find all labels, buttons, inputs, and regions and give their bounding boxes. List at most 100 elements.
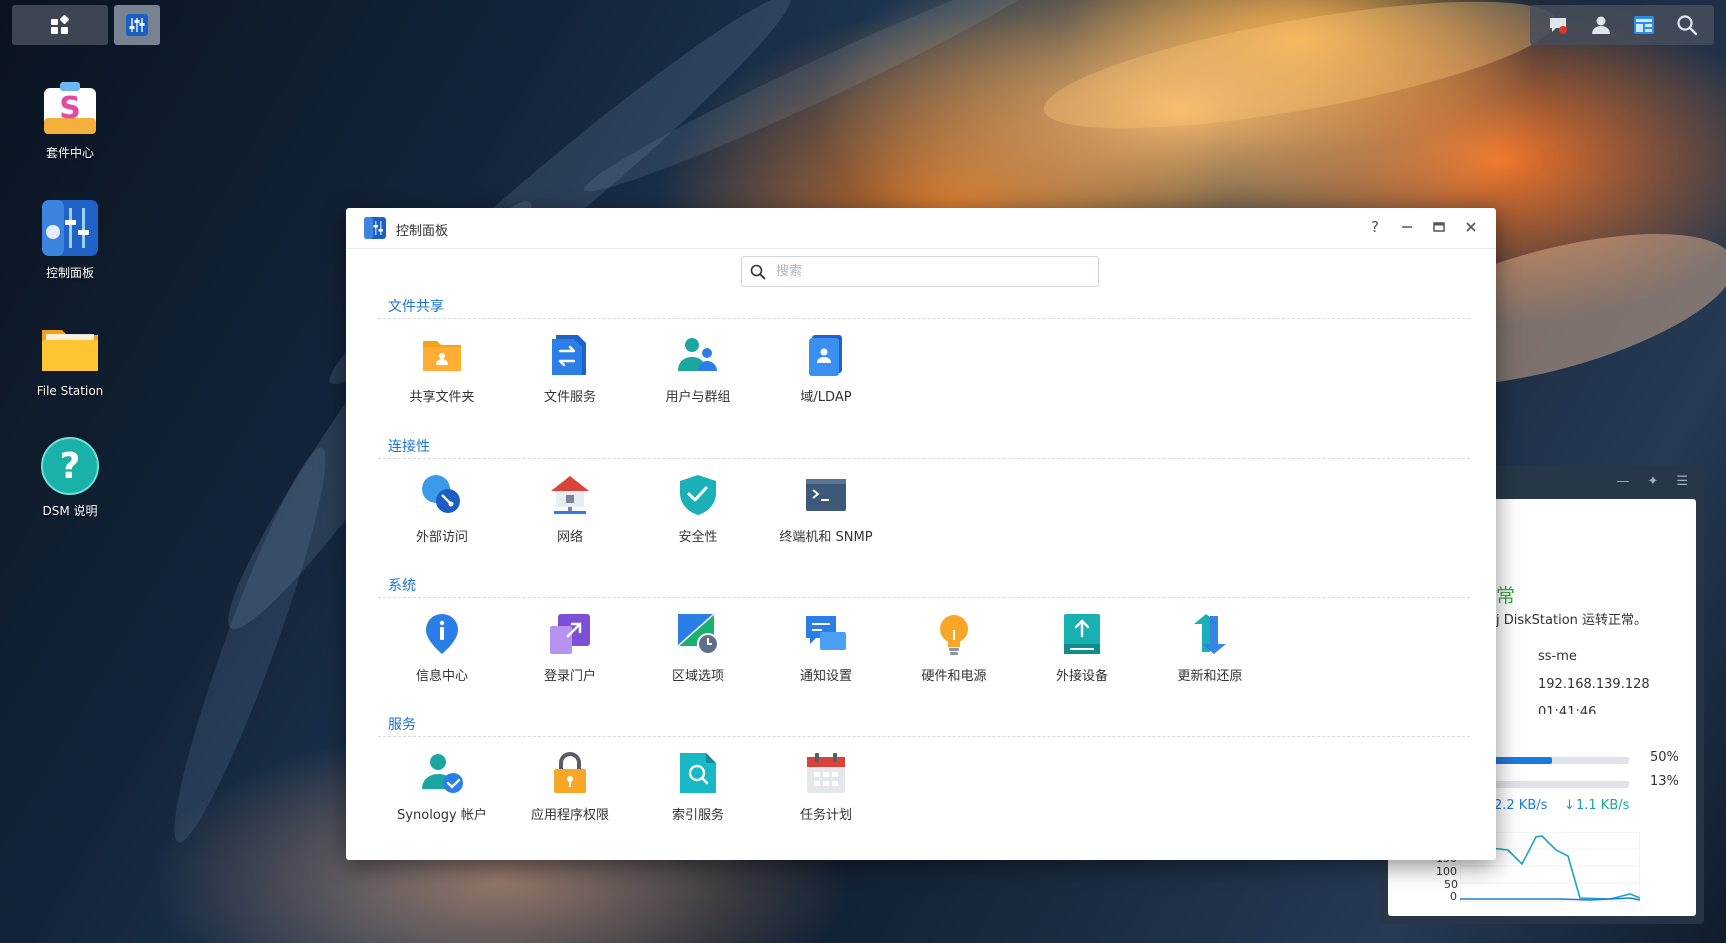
item-label: 通知设置 bbox=[799, 669, 852, 684]
chart-tick: 100 bbox=[1436, 865, 1457, 878]
network-icon bbox=[548, 473, 592, 517]
desktop-icon-label: DSM 说明 bbox=[42, 504, 98, 518]
regional-options-icon bbox=[676, 612, 720, 656]
item-external-access[interactable]: 外部访问 bbox=[378, 473, 506, 545]
users-groups-icon bbox=[676, 333, 720, 377]
section-services: 服务 Synology 帐户 应用程序权限 索引服务 任务计划 bbox=[378, 714, 1470, 823]
control-panel-icon bbox=[40, 198, 100, 258]
desktop-icon-control-panel[interactable]: 控制面板 bbox=[20, 198, 120, 281]
item-info-center[interactable]: 信息中心 bbox=[378, 612, 506, 684]
control-panel-icon bbox=[364, 217, 386, 239]
notification-icon bbox=[804, 612, 848, 656]
item-label: 更新和还原 bbox=[1177, 669, 1243, 684]
shared-folder-icon bbox=[420, 333, 464, 377]
item-label: 共享文件夹 bbox=[409, 390, 475, 405]
window-titlebar[interactable]: 控制面板 ? bbox=[346, 208, 1496, 249]
section-divider bbox=[378, 736, 1470, 737]
close-button[interactable] bbox=[1460, 216, 1482, 238]
close-icon bbox=[1466, 222, 1476, 232]
item-update-restore[interactable]: 更新和还原 bbox=[1146, 612, 1274, 684]
maximize-icon bbox=[1433, 222, 1445, 232]
minimize-icon bbox=[1402, 226, 1412, 228]
package-center-icon: S bbox=[40, 78, 100, 138]
item-task-scheduler[interactable]: 任务计划 bbox=[762, 751, 890, 823]
item-label: 索引服务 bbox=[671, 808, 724, 823]
download-arrow-icon: ↓ bbox=[1564, 798, 1575, 813]
shield-icon bbox=[676, 473, 720, 517]
svg-text:?: ? bbox=[60, 446, 81, 487]
desktop-icon-label: 控制面板 bbox=[45, 266, 94, 280]
item-notification[interactable]: 通知设置 bbox=[762, 612, 890, 684]
item-label: 信息中心 bbox=[415, 669, 468, 684]
item-label: 外接设备 bbox=[1055, 669, 1108, 684]
synology-account-icon bbox=[420, 751, 464, 795]
desktop-icon-dsm-help[interactable]: ? DSM 说明 bbox=[20, 436, 120, 519]
item-terminal-snmp[interactable]: 终端机和 SNMP bbox=[762, 473, 890, 545]
section-title: 文件共享 bbox=[388, 299, 444, 315]
item-label: 登录门户 bbox=[543, 669, 596, 684]
ram-percent: 13% bbox=[1650, 774, 1679, 789]
item-shared-folder[interactable]: 共享文件夹 bbox=[378, 333, 506, 405]
item-network[interactable]: 网络 bbox=[506, 473, 634, 545]
search-input[interactable] bbox=[774, 263, 1078, 280]
item-label: 区域选项 bbox=[671, 669, 724, 684]
section-divider bbox=[378, 597, 1470, 598]
widgets-icon[interactable] bbox=[1630, 11, 1658, 39]
update-icon bbox=[1188, 612, 1232, 656]
notification-icon[interactable] bbox=[1544, 11, 1572, 39]
taskbar bbox=[0, 0, 1726, 47]
main-menu-button[interactable] bbox=[12, 5, 108, 45]
item-hardware-power[interactable]: 硬件和电源 bbox=[890, 612, 1018, 684]
user-icon[interactable] bbox=[1587, 11, 1615, 39]
item-indexing-service[interactable]: 索引服务 bbox=[634, 751, 762, 823]
question-icon: ? bbox=[1371, 218, 1379, 236]
cpu-bar bbox=[1474, 757, 1629, 764]
widget-settings-icon[interactable]: ☰ bbox=[1676, 474, 1688, 489]
lightbulb-icon bbox=[932, 612, 976, 656]
search-box bbox=[741, 256, 1099, 287]
pin-icon[interactable]: ✦ bbox=[1647, 474, 1658, 489]
item-label: 外部访问 bbox=[415, 530, 468, 545]
section-divider bbox=[378, 318, 1470, 319]
ram-bar bbox=[1474, 781, 1629, 788]
section-system: 系统 信息中心 登录门户 区域选项 通知设置 硬件和电源 外接设备 更新和还原 bbox=[378, 575, 1470, 684]
item-domain-ldap[interactable]: 域/LDAP bbox=[762, 333, 890, 405]
desktop-icon-package-center[interactable]: S 套件中心 bbox=[20, 78, 120, 161]
item-application-privileges[interactable]: 应用程序权限 bbox=[506, 751, 634, 823]
item-label: 任务计划 bbox=[799, 808, 852, 823]
maximize-button[interactable] bbox=[1428, 216, 1450, 238]
info-icon bbox=[420, 612, 464, 656]
minimize-button[interactable] bbox=[1396, 216, 1418, 238]
item-label: 用户与群组 bbox=[665, 390, 731, 405]
minimize-icon[interactable]: — bbox=[1616, 474, 1629, 489]
desktop-icon-label: 套件中心 bbox=[45, 146, 94, 160]
item-regional-options[interactable]: 区域选项 bbox=[634, 612, 762, 684]
calendar-icon bbox=[804, 751, 848, 795]
help-button[interactable]: ? bbox=[1364, 216, 1386, 238]
search-icon bbox=[750, 264, 766, 279]
item-file-services[interactable]: 文件服务 bbox=[506, 333, 634, 405]
search-icon[interactable] bbox=[1673, 11, 1701, 39]
download-speed: 1.1 KB/s bbox=[1576, 798, 1630, 813]
taskbar-tray bbox=[1530, 5, 1714, 45]
grid-icon bbox=[51, 15, 70, 34]
desktop-icon-file-station[interactable]: File Station bbox=[20, 318, 120, 398]
item-users-groups[interactable]: 用户与群组 bbox=[634, 333, 762, 405]
item-label: 网络 bbox=[556, 530, 583, 545]
section-file-sharing: 文件共享 共享文件夹 文件服务 用户与群组 域/LDAP bbox=[378, 296, 1470, 405]
section-title: 服务 bbox=[388, 717, 416, 733]
item-synology-account[interactable]: Synology 帐户 bbox=[378, 751, 506, 823]
section-title: 连接性 bbox=[388, 439, 430, 455]
item-login-portal[interactable]: 登录门户 bbox=[506, 612, 634, 684]
item-label: 安全性 bbox=[678, 530, 718, 545]
login-portal-icon bbox=[548, 612, 592, 656]
health-status: 常 bbox=[1496, 585, 1516, 607]
window-controls: ? bbox=[1364, 216, 1482, 238]
health-description: j DiskStation 运转正常。 bbox=[1496, 613, 1648, 628]
taskbar-control-panel-button[interactable] bbox=[114, 5, 160, 45]
item-external-devices[interactable]: 外接设备 bbox=[1018, 612, 1146, 684]
control-panel-window: 控制面板 ? 文件共享 共享文件夹 bbox=[346, 208, 1496, 860]
item-security[interactable]: 安全性 bbox=[634, 473, 762, 545]
help-icon: ? bbox=[40, 436, 100, 496]
item-label: 应用程序权限 bbox=[530, 808, 609, 823]
